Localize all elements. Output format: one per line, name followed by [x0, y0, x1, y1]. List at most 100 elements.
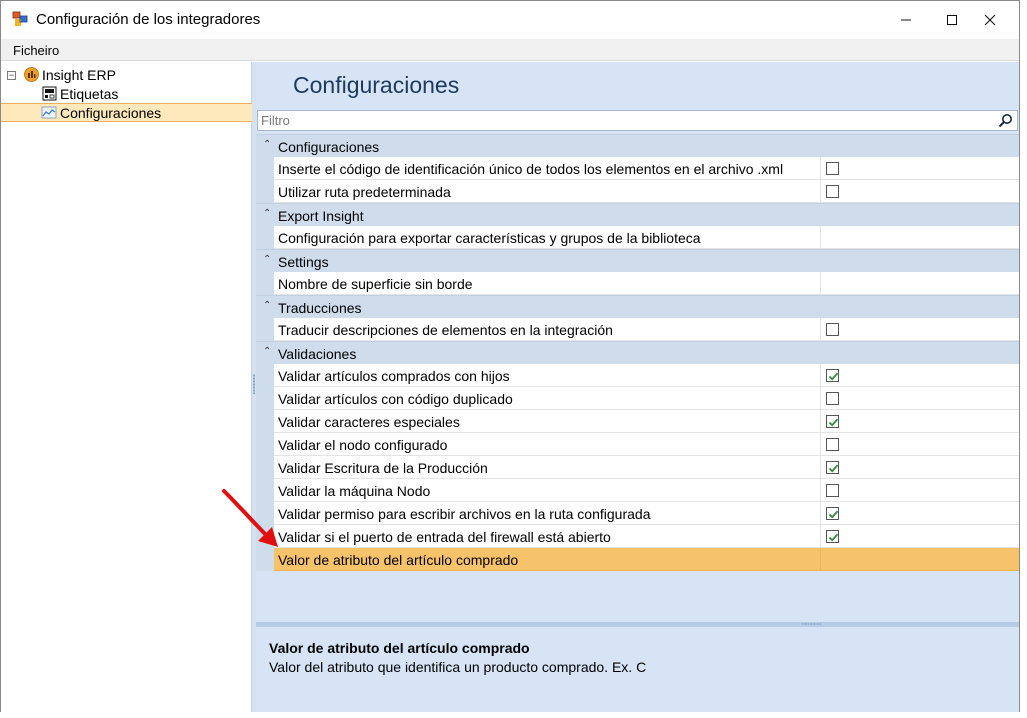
checkmark-icon [828, 533, 839, 542]
category-row[interactable]: ⌃ Settings [256, 249, 1019, 272]
tree-node-etiquetas[interactable]: Etiquetas [41, 84, 252, 103]
property-value[interactable] [821, 272, 1019, 295]
filter-box [257, 110, 1018, 131]
splitter-grip[interactable] [253, 374, 255, 394]
checkbox-unchecked[interactable] [826, 323, 839, 336]
property-name[interactable]: Validar artículos comprados con hijos [274, 364, 821, 387]
category-label: Traducciones [278, 300, 362, 316]
property-name[interactable]: Utilizar ruta predeterminada [274, 180, 821, 203]
property-row[interactable]: Validar el nodo configurado [256, 433, 1019, 456]
description-text: Valor del atributo que identifica un pro… [269, 659, 647, 675]
property-row[interactable]: Validar permiso para escribir archivos e… [256, 502, 1019, 525]
minimize-icon [901, 19, 911, 21]
row-gutter [256, 433, 274, 456]
tree-node-label: Configuraciones [60, 104, 162, 121]
page-title: Configuraciones [293, 72, 460, 98]
property-row[interactable]: Validar caracteres especiales [256, 410, 1019, 433]
labels-icon [41, 86, 57, 102]
property-row[interactable]: Validar artículos comprados con hijos [256, 364, 1019, 387]
property-row[interactable]: Validar artículos con código duplicado [256, 387, 1019, 410]
description-title: Valor de atributo del artículo comprado [269, 640, 530, 656]
category-row[interactable]: ⌃ Export Insight [256, 203, 1019, 226]
property-name[interactable]: Inserte el código de identificación únic… [274, 157, 821, 180]
tree-node-insight-erp[interactable]: − Insight ERP [1, 65, 252, 84]
property-name[interactable]: Validar el nodo configurado [274, 433, 821, 456]
collapse-category-icon[interactable]: ⌃ [263, 139, 271, 150]
checkbox-unchecked[interactable] [826, 392, 839, 405]
property-name[interactable]: Valor de atributo del artículo comprado [274, 548, 821, 571]
tree-node-label: Insight ERP [42, 66, 116, 83]
row-gutter [256, 272, 274, 295]
property-value[interactable] [821, 364, 1019, 387]
minimize-button[interactable] [883, 1, 929, 39]
checkbox-unchecked[interactable] [826, 185, 839, 198]
checkbox-unchecked[interactable] [826, 484, 839, 497]
property-row[interactable]: Validar la máquina Nodo [256, 479, 1019, 502]
checkbox-checked[interactable] [826, 415, 839, 428]
property-value[interactable] [821, 318, 1019, 341]
checkmark-icon [828, 418, 839, 427]
property-name[interactable]: Validar caracteres especiales [274, 410, 821, 433]
property-value[interactable] [821, 226, 1019, 249]
property-value[interactable] [821, 456, 1019, 479]
checkbox-unchecked[interactable] [826, 438, 839, 451]
property-row[interactable]: Configuración para exportar característi… [256, 226, 1019, 249]
collapse-category-icon[interactable]: ⌃ [263, 208, 271, 219]
window-title: Configuración de los integradores [36, 11, 261, 28]
checkbox-checked[interactable] [826, 507, 839, 520]
collapse-category-icon[interactable]: ⌃ [263, 300, 271, 311]
checkmark-icon [828, 464, 839, 473]
category-label: Validaciones [278, 346, 357, 362]
property-value[interactable] [821, 502, 1019, 525]
property-name[interactable]: Traducir descripciones de elementos en l… [274, 318, 821, 341]
category-label: Export Insight [278, 208, 364, 224]
property-row[interactable]: Validar si el puerto de entrada del fire… [256, 525, 1019, 548]
property-name[interactable]: Validar Escritura de la Producción [274, 456, 821, 479]
row-gutter [256, 387, 274, 410]
property-value[interactable] [821, 525, 1019, 548]
collapse-category-icon[interactable]: ⌃ [263, 346, 271, 357]
row-gutter [256, 157, 274, 180]
splitter-grip[interactable] [801, 623, 821, 625]
checkbox-checked[interactable] [826, 369, 839, 382]
property-row[interactable]: Traducir descripciones de elementos en l… [256, 318, 1019, 341]
title-bar[interactable]: Configuración de los integradores [1, 1, 1019, 39]
property-value[interactable] [821, 157, 1019, 180]
property-row[interactable]: Inserte el código de identificación únic… [256, 157, 1019, 180]
property-name[interactable]: Validar si el puerto de entrada del fire… [274, 525, 821, 548]
property-row[interactable]: Validar Escritura de la Producción [256, 456, 1019, 479]
property-value[interactable] [821, 387, 1019, 410]
property-value[interactable] [821, 548, 1019, 571]
category-label: Settings [278, 254, 329, 270]
property-name[interactable]: Validar permiso para escribir archivos e… [274, 502, 821, 525]
erp-icon [23, 67, 39, 83]
category-row[interactable]: ⌃ Configuraciones [256, 134, 1019, 157]
row-gutter [256, 180, 274, 203]
collapse-category-icon[interactable]: ⌃ [263, 254, 271, 265]
close-button[interactable] [967, 1, 1013, 39]
property-value[interactable] [821, 433, 1019, 456]
property-value[interactable] [821, 479, 1019, 502]
category-label: Configuraciones [278, 139, 380, 155]
property-value[interactable] [821, 180, 1019, 203]
property-row[interactable]: Valor de atributo del artículo comprado [256, 548, 1019, 571]
row-gutter [256, 410, 274, 433]
menu-ficheiro[interactable]: Ficheiro [13, 43, 59, 58]
property-row[interactable]: Nombre de superficie sin borde [256, 272, 1019, 295]
category-row[interactable]: ⌃ Validaciones [256, 341, 1019, 364]
search-icon[interactable] [996, 112, 1014, 129]
checkbox-checked[interactable] [826, 530, 839, 543]
property-name[interactable]: Validar artículos con código duplicado [274, 387, 821, 410]
property-value[interactable] [821, 410, 1019, 433]
checkbox-unchecked[interactable] [826, 162, 839, 175]
collapse-icon[interactable]: − [7, 71, 16, 80]
property-name[interactable]: Validar la máquina Nodo [274, 479, 821, 502]
filter-input[interactable] [261, 112, 981, 129]
category-row[interactable]: ⌃ Traducciones [256, 295, 1019, 318]
tree-node-configuraciones[interactable]: Configuraciones [1, 103, 252, 122]
property-name[interactable]: Nombre de superficie sin borde [274, 272, 821, 295]
row-gutter [256, 456, 274, 479]
property-name[interactable]: Configuración para exportar característi… [274, 226, 821, 249]
property-row[interactable]: Utilizar ruta predeterminada [256, 180, 1019, 203]
checkbox-checked[interactable] [826, 461, 839, 474]
